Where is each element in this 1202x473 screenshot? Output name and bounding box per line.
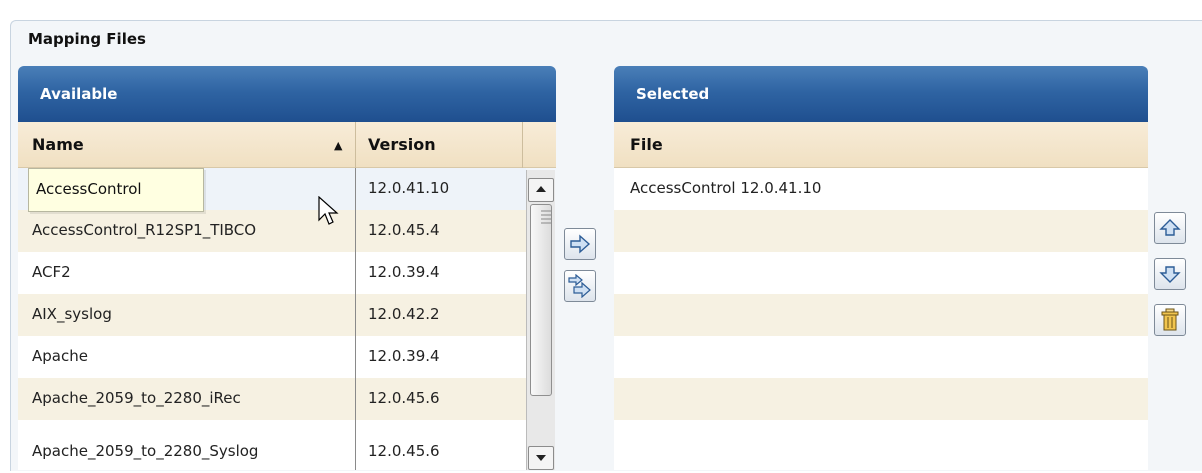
add-all-button[interactable] [564, 270, 596, 302]
table-row[interactable] [614, 336, 1148, 378]
row-version: 12.0.39.4 [368, 347, 440, 365]
table-row[interactable]: Apache_2059_to_2280_iRec 12.0.45.6 [18, 378, 526, 420]
table-row[interactable] [614, 294, 1148, 336]
table-row[interactable]: AIX_syslog 12.0.42.2 [18, 294, 526, 336]
row-name: Apache [32, 347, 88, 365]
grip-icon [541, 210, 551, 224]
available-title: Available [40, 85, 118, 103]
column-divider [355, 122, 356, 168]
row-version: 12.0.42.2 [368, 305, 440, 323]
row-version: 12.0.41.10 [368, 179, 450, 197]
add-selected-button[interactable] [564, 228, 596, 260]
table-row[interactable]: AccessControl 12.0.41.10 [614, 168, 1148, 210]
name-column-label: Name [32, 135, 84, 154]
row-name: ACF2 [32, 263, 71, 281]
double-arrow-right-icon [568, 274, 591, 298]
scroll-down-button[interactable] [528, 446, 554, 470]
table-row[interactable]: AccessControl_R12SP1_TIBCO 12.0.45.4 [18, 210, 526, 252]
version-column-header[interactable]: Version [368, 135, 436, 154]
table-row[interactable] [614, 378, 1148, 420]
column-divider [355, 168, 356, 470]
row-version: 12.0.39.4 [368, 263, 440, 281]
available-panel-header: Available [18, 66, 556, 122]
column-divider [522, 122, 523, 168]
table-row[interactable] [614, 252, 1148, 294]
sort-ascending-icon: ▲ [334, 139, 343, 152]
available-column-header: Name ▲ Version [18, 122, 556, 168]
row-version: 12.0.45.6 [368, 442, 440, 460]
row-name: AccessControl_R12SP1_TIBCO [32, 221, 257, 239]
selected-column-header: File [614, 122, 1148, 168]
file-column-header[interactable]: File [630, 135, 663, 154]
table-row[interactable]: Apache 12.0.39.4 [18, 336, 526, 378]
scroll-down-arrow-icon [536, 455, 546, 461]
trash-icon [1161, 308, 1179, 331]
row-version: 12.0.45.6 [368, 389, 440, 407]
table-row[interactable] [614, 210, 1148, 252]
name-column-header[interactable]: Name ▲ [18, 122, 355, 168]
row-name: AIX_syslog [32, 305, 112, 323]
row-file: AccessControl 12.0.41.10 [630, 179, 822, 197]
scroll-up-button[interactable] [528, 178, 554, 202]
table-row[interactable]: Apache_2059_to_2280_Syslog 12.0.45.6 [18, 420, 526, 470]
arrow-up-icon [1159, 219, 1181, 236]
move-up-button[interactable] [1154, 212, 1186, 244]
table-row[interactable]: ACF2 12.0.39.4 [18, 252, 526, 294]
scroll-thumb[interactable] [530, 204, 552, 396]
row-version: 12.0.45.4 [368, 221, 440, 239]
available-scrollbar[interactable] [526, 170, 555, 470]
move-down-button[interactable] [1154, 258, 1186, 290]
table-row[interactable] [614, 420, 1148, 470]
scroll-up-arrow-icon [536, 186, 546, 192]
selected-panel-header: Selected [614, 66, 1148, 122]
mapping-files-frame: Mapping Files Available Name ▲ Version 1… [0, 0, 1202, 471]
row-name: Apache_2059_to_2280_Syslog [32, 442, 259, 460]
delete-button[interactable] [1154, 304, 1186, 336]
row-name: Apache_2059_to_2280_iRec [32, 389, 241, 407]
arrow-down-icon [1159, 266, 1181, 283]
name-tooltip: AccessControl [28, 168, 204, 212]
selected-title: Selected [636, 85, 710, 103]
arrow-right-icon [570, 234, 591, 254]
section-title: Mapping Files [28, 30, 146, 48]
pointer-cursor-icon [318, 196, 339, 225]
